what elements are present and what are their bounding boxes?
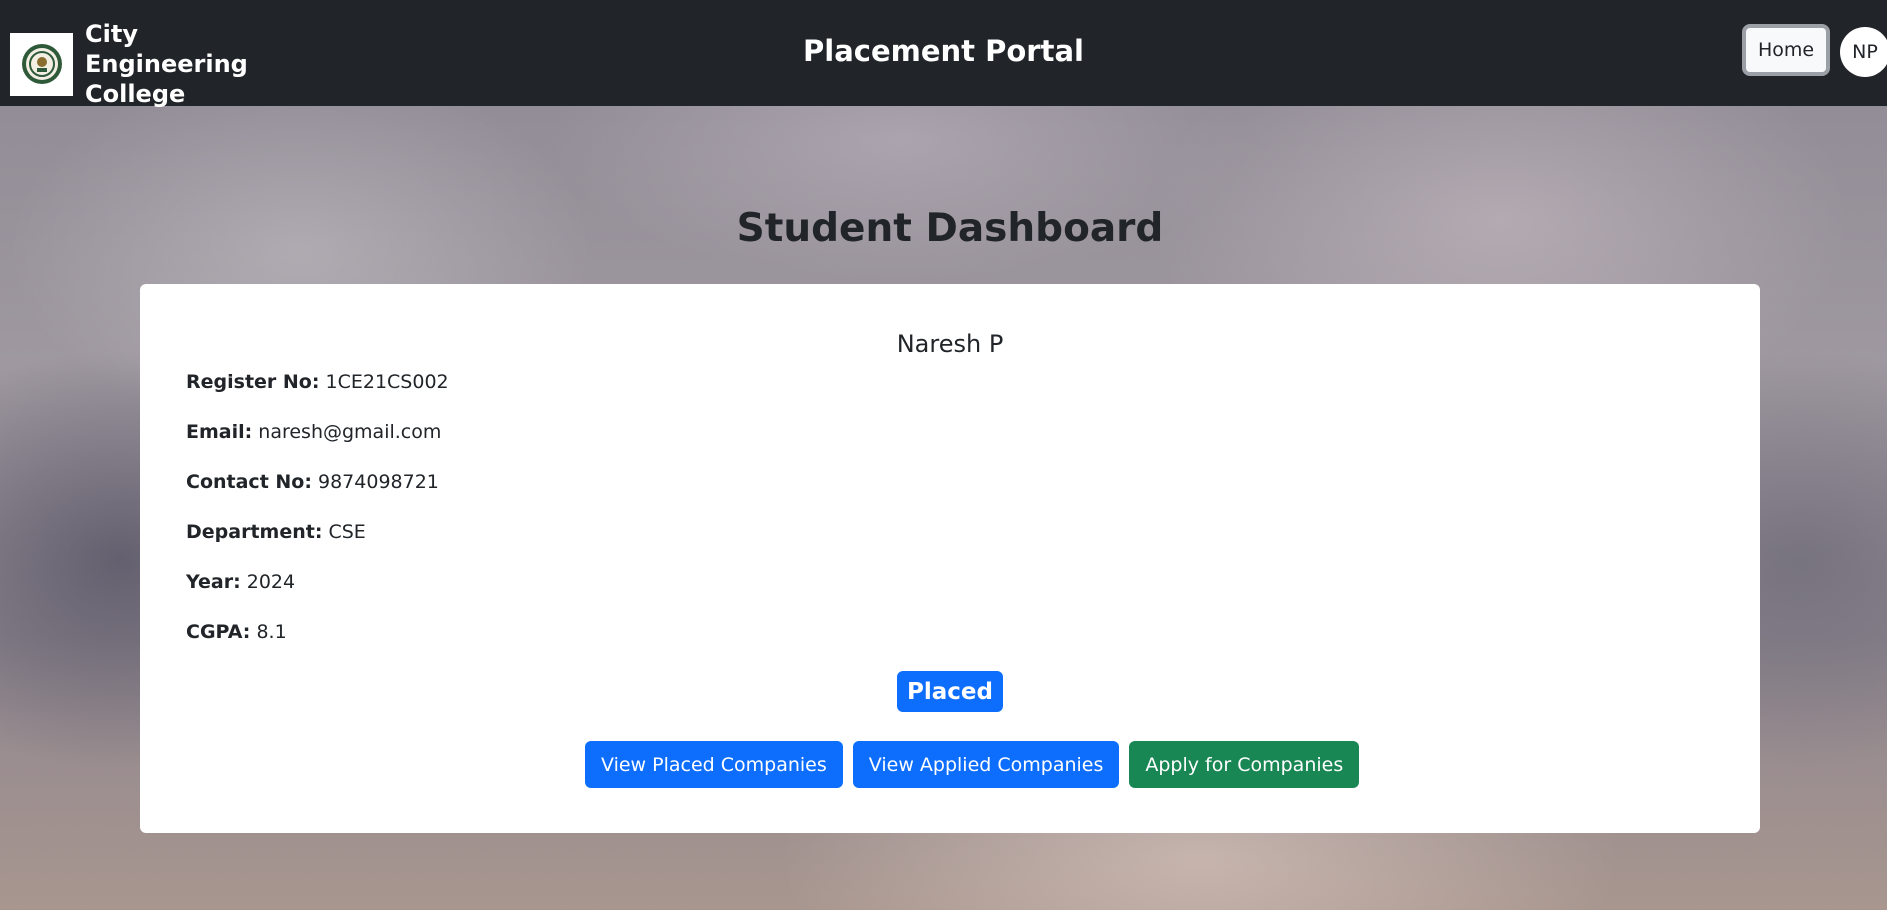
info-year: Year: 2024 — [186, 572, 449, 622]
view-placed-companies-button[interactable]: View Placed Companies — [585, 741, 843, 788]
portal-title: Placement Portal — [803, 34, 1084, 68]
student-card: Naresh P Register No: 1CE21CS002 Email: … — [140, 284, 1760, 833]
student-info: Register No: 1CE21CS002 Email: naresh@gm… — [186, 372, 449, 672]
info-value: 9874098721 — [318, 471, 439, 493]
info-email: Email: naresh@gmail.com — [186, 422, 449, 472]
info-contact-no: Contact No: 9874098721 — [186, 472, 449, 522]
info-value: 2024 — [246, 571, 296, 593]
info-cgpa: CGPA: 8.1 — [186, 622, 449, 672]
info-department: Department: CSE — [186, 522, 449, 572]
home-button[interactable]: Home — [1742, 24, 1830, 76]
info-label: Email: — [186, 421, 253, 443]
info-label: CGPA: — [186, 621, 251, 643]
info-value: 8.1 — [256, 621, 287, 643]
info-label: Year: — [186, 571, 241, 593]
navbar: City Engineering College Placement Porta… — [0, 0, 1887, 108]
info-label: Department: — [186, 521, 323, 543]
info-value: 1CE21CS002 — [325, 371, 449, 393]
status-badge: Placed — [897, 671, 1003, 712]
view-applied-companies-button[interactable]: View Applied Companies — [852, 741, 1120, 788]
student-name: Naresh P — [896, 330, 1004, 358]
avatar[interactable]: NP — [1840, 27, 1887, 77]
info-label: Contact No: — [186, 471, 312, 493]
page-title: Student Dashboard — [736, 206, 1164, 251]
info-value: CSE — [328, 521, 366, 543]
action-buttons: View Placed Companies View Applied Compa… — [585, 741, 1360, 788]
info-register-no: Register No: 1CE21CS002 — [186, 372, 449, 422]
info-label: Register No: — [186, 371, 320, 393]
info-value: naresh@gmail.com — [258, 421, 442, 443]
apply-for-companies-button[interactable]: Apply for Companies — [1129, 741, 1360, 788]
